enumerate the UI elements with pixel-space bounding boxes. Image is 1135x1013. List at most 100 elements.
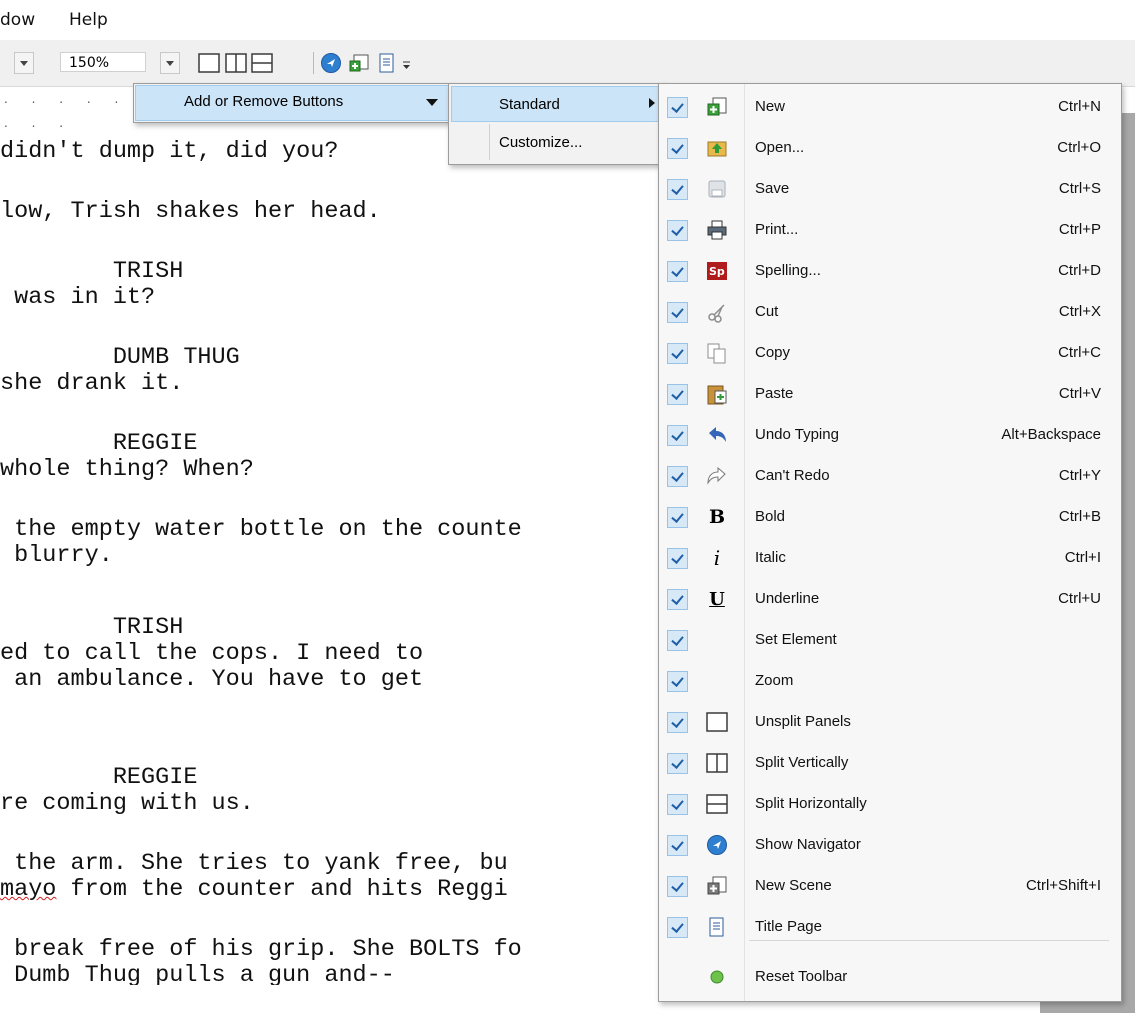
ruler: . . . . . . . . [0, 87, 138, 130]
split-vertical-icon[interactable] [225, 52, 247, 74]
reset-icon [706, 966, 728, 988]
zoom-select[interactable]: 150% [60, 52, 146, 72]
script-line: Dumb Thug pulls a gun and-- [0, 963, 395, 985]
checkbox[interactable] [667, 917, 688, 938]
checkbox[interactable] [667, 384, 688, 405]
menu-bar: dow Help [0, 0, 1135, 40]
menu-item-cut[interactable]: Cut Ctrl+X [659, 292, 1121, 333]
script-line: didn't dump it, did you? [0, 138, 339, 165]
checkbox[interactable] [667, 220, 688, 241]
toolbar: 150% [0, 40, 1135, 87]
script-line: blurry. [0, 542, 113, 569]
script-line: mayo from the counter and hits Reggi [0, 876, 508, 903]
menu-item-set-element[interactable]: Set Element [659, 620, 1121, 661]
menu-item-redo[interactable]: Can't Redo Ctrl+Y [659, 456, 1121, 497]
menu-item-standard[interactable]: Standard [499, 96, 560, 113]
menu-item-new-scene[interactable]: New Scene Ctrl+Shift+I [659, 866, 1121, 907]
checkbox[interactable] [667, 835, 688, 856]
menu-item-paste[interactable]: Paste Ctrl+V [659, 374, 1121, 415]
new-scene-icon[interactable] [348, 52, 370, 74]
redo-icon [706, 465, 728, 487]
checkbox[interactable] [667, 302, 688, 323]
script-line: TRISH [0, 614, 184, 641]
navigator-icon[interactable] [320, 52, 342, 74]
checkbox[interactable] [667, 179, 688, 200]
add-remove-buttons-label: Add or Remove Buttons [184, 93, 344, 110]
split-vertical-icon [706, 752, 728, 774]
menu-item-undo[interactable]: Undo Typing Alt+Backspace [659, 415, 1121, 456]
menu-item-copy[interactable]: Copy Ctrl+C [659, 333, 1121, 374]
checkbox[interactable] [667, 548, 688, 569]
split-horizontal-icon[interactable] [251, 52, 273, 74]
menu-item-split-vertically[interactable]: Split Vertically [659, 743, 1121, 784]
menu-item-spelling[interactable]: Sp Spelling... Ctrl+D [659, 251, 1121, 292]
menu-item-new[interactable]: New Ctrl+N [659, 87, 1121, 128]
toolbar-overflow-icon[interactable] [401, 52, 413, 74]
checkbox[interactable] [667, 753, 688, 774]
checkbox[interactable] [667, 671, 688, 692]
toolbar-separator [313, 52, 314, 74]
checkbox[interactable] [667, 138, 688, 159]
title-page-icon [706, 916, 728, 938]
save-icon [706, 178, 728, 200]
open-icon [706, 137, 728, 159]
chevron-down-icon [426, 99, 438, 106]
menu-item-customize[interactable]: Customize... [499, 134, 582, 151]
italic-icon: i [713, 546, 721, 570]
copy-icon [706, 342, 728, 364]
script-line: REGGIE [0, 764, 198, 791]
submenu-arrow-icon [649, 98, 655, 108]
menu-window[interactable]: dow [0, 10, 35, 30]
checkbox[interactable] [667, 261, 688, 282]
menu-item-title-page[interactable]: Title Page [659, 907, 1121, 948]
checkbox[interactable] [667, 630, 688, 651]
element-dropdown-button[interactable] [14, 52, 34, 74]
checkbox[interactable] [667, 876, 688, 897]
undo-icon [706, 424, 728, 446]
menu-item-reset-toolbar[interactable]: Reset Toolbar [659, 957, 1121, 998]
checkbox[interactable] [667, 466, 688, 487]
paste-icon [706, 383, 728, 405]
misspelled-word[interactable]: mayo [0, 876, 56, 903]
print-icon [706, 219, 728, 241]
checkbox[interactable] [667, 794, 688, 815]
menu-help[interactable]: Help [69, 10, 108, 30]
menu-separator [749, 940, 1109, 941]
menu-item-save[interactable]: Save Ctrl+S [659, 169, 1121, 210]
checkbox[interactable] [667, 97, 688, 118]
menu-item-underline[interactable]: U Underline Ctrl+U [659, 579, 1121, 620]
checkbox[interactable] [667, 425, 688, 446]
script-line: ed to call the cops. I need to [0, 640, 424, 667]
checkbox[interactable] [667, 343, 688, 364]
split-horizontal-icon [706, 793, 728, 815]
script-line: she drank it. [0, 370, 184, 397]
zoom-dropdown-button[interactable] [160, 52, 180, 74]
script-line: was in it? [0, 284, 156, 311]
menu-item-split-horizontally[interactable]: Split Horizontally [659, 784, 1121, 825]
menu-item-italic[interactable]: i Italic Ctrl+I [659, 538, 1121, 579]
script-line: the empty water bottle on the counte [0, 516, 522, 543]
checkbox[interactable] [667, 712, 688, 733]
new-scene-icon [706, 875, 728, 897]
script-line: REGGIE [0, 430, 198, 457]
script-line: re coming with us. [0, 790, 254, 817]
unsplit-icon[interactable] [198, 52, 220, 74]
menu-item-zoom[interactable]: Zoom [659, 661, 1121, 702]
menu-item-open[interactable]: Open... Ctrl+O [659, 128, 1121, 169]
checkbox[interactable] [667, 589, 688, 610]
navigator-icon [706, 834, 728, 856]
new-icon [706, 96, 728, 118]
bold-icon: B [708, 506, 726, 528]
menu-item-show-navigator[interactable]: Show Navigator [659, 825, 1121, 866]
menu-item-unsplit[interactable]: Unsplit Panels [659, 702, 1121, 743]
checkbox[interactable] [667, 507, 688, 528]
add-remove-buttons-menu[interactable]: Add or Remove Buttons [133, 83, 455, 123]
script-line: an ambulance. You have to get [0, 666, 424, 693]
title-page-icon[interactable] [376, 52, 398, 74]
unsplit-icon [706, 711, 728, 733]
menu-item-print[interactable]: Print... Ctrl+P [659, 210, 1121, 251]
menu-item-bold[interactable]: B Bold Ctrl+B [659, 497, 1121, 538]
script-line: low, Trish shakes her head. [0, 198, 381, 225]
spelling-icon: Sp [706, 260, 728, 282]
script-line: break free of his grip. She BOLTS fo [0, 936, 522, 963]
